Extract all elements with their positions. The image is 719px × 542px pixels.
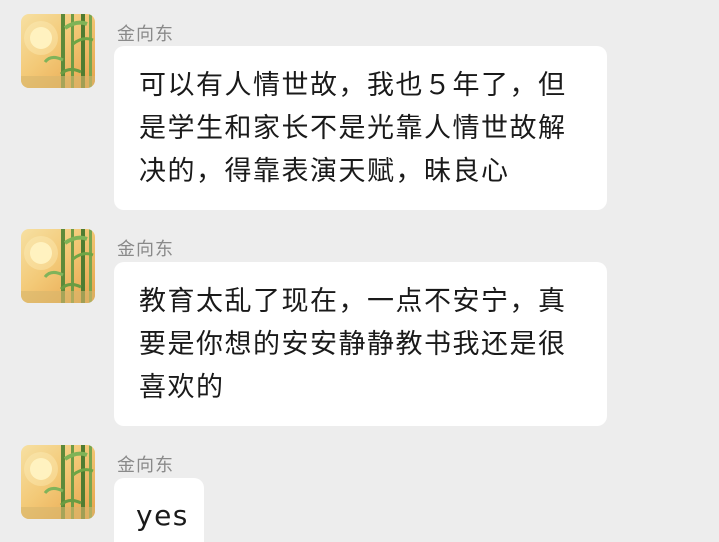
message-bubble[interactable]: 可以有人情世故，我也５年了，但 是学生和家长不是光靠人情世故解 决的，得靠表演天…: [114, 46, 607, 210]
message-text-line: yes: [136, 499, 189, 532]
bamboo-sun-avatar-icon: [21, 445, 95, 519]
sender-name: 金向东: [117, 24, 174, 45]
sender-name: 金向东: [117, 239, 174, 260]
avatar[interactable]: [21, 445, 95, 519]
message-text-line: 要是你想的安安静静教书我还是很: [139, 329, 567, 360]
avatar[interactable]: [21, 229, 95, 303]
message-text-line: 决的，得靠表演天赋，昧良心: [139, 156, 510, 187]
message-bubble[interactable]: yes: [114, 478, 204, 542]
chat-conversation: 金向东 可以有人情世故，我也５年了，但 是学生和家长不是光靠人情世故解 决的，得…: [0, 0, 719, 542]
message-text-line: 是学生和家长不是光靠人情世故解: [139, 113, 567, 144]
avatar[interactable]: [21, 14, 95, 88]
bamboo-sun-avatar-icon: [21, 14, 95, 88]
message-bubble[interactable]: 教育太乱了现在，一点不安宁，真 要是你想的安安静静教书我还是很 喜欢的: [114, 262, 607, 426]
bamboo-sun-avatar-icon: [21, 229, 95, 303]
message-text-line: 喜欢的: [139, 372, 225, 403]
message-text-line: 教育太乱了现在，一点不安宁，真: [139, 286, 567, 317]
sender-name: 金向东: [117, 455, 174, 476]
message-text-line: 可以有人情世故，我也５年了，但: [139, 70, 567, 101]
